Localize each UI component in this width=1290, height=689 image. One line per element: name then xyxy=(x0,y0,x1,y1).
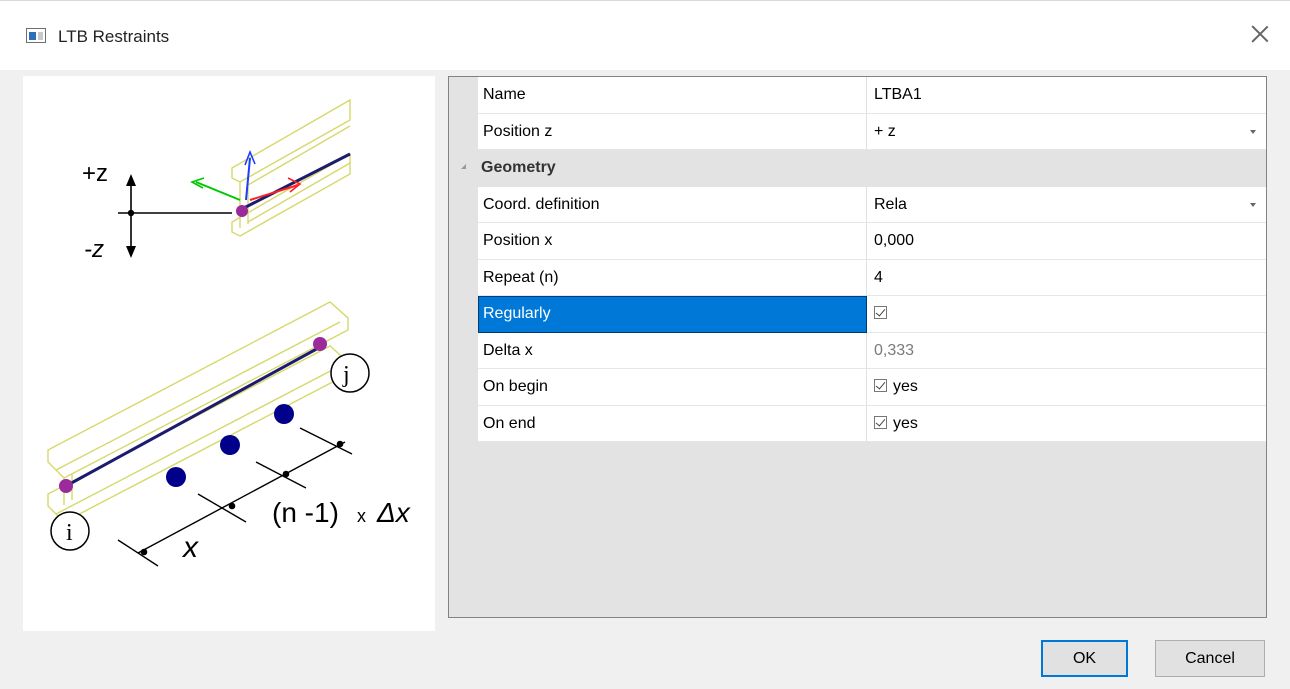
regularly-value[interactable] xyxy=(867,296,1266,333)
x-dimension-label: x xyxy=(181,531,199,564)
property-row-position-z[interactable]: Position z + z xyxy=(449,113,1266,150)
property-row-delta-x[interactable]: Delta x 0,333 xyxy=(449,332,1266,369)
window-title: LTB Restraints xyxy=(58,27,170,46)
beam-diagram-svg: +z -z j i x (n -1) x Δx xyxy=(47,98,411,567)
coord-definition-dropdown[interactable]: Rela xyxy=(867,186,1266,223)
z-direction-symbol: +z -z xyxy=(82,160,232,263)
cancel-button[interactable]: Cancel xyxy=(1155,640,1265,677)
on-end-checkbox[interactable] xyxy=(874,415,887,429)
category-geometry[interactable]: Geometry xyxy=(449,150,1266,187)
restraint-diagram: +z -z j i x (n -1) x Δx xyxy=(23,76,435,631)
property-row-regularly[interactable]: Regularly xyxy=(449,296,1266,333)
node-j-label: j xyxy=(342,362,350,388)
node-j-marker xyxy=(313,337,327,351)
on-end-value[interactable]: yes xyxy=(867,405,1266,442)
chevron-down-icon[interactable] xyxy=(1250,202,1256,207)
node-j-circle xyxy=(330,353,370,393)
property-row-position-x[interactable]: Position x 0,000 xyxy=(449,223,1266,260)
property-label: On begin xyxy=(478,369,867,406)
on-begin-text: yes xyxy=(893,378,918,395)
property-label: Coord. definition xyxy=(478,186,867,223)
repeat-value[interactable]: 4 xyxy=(867,259,1266,296)
window-border xyxy=(0,0,1290,1)
property-label: Name xyxy=(478,77,867,114)
property-row-on-end[interactable]: On end yes xyxy=(449,405,1266,442)
restraint-point xyxy=(220,435,240,455)
property-row-coord-definition[interactable]: Coord. definition Rela xyxy=(449,186,1266,223)
restraint-point xyxy=(166,467,186,487)
name-value[interactable]: LTBA1 xyxy=(867,77,1266,114)
property-label: On end xyxy=(478,405,867,442)
property-row-on-begin[interactable]: On begin yes xyxy=(449,369,1266,406)
chevron-down-icon[interactable] xyxy=(1250,129,1256,134)
node-closeup xyxy=(236,205,248,217)
position-z-dropdown[interactable]: + z xyxy=(867,113,1266,150)
property-row-name[interactable]: Name LTBA1 xyxy=(449,77,1266,114)
property-label: Repeat (n) xyxy=(478,259,867,296)
spacing-delta: Δx xyxy=(376,497,411,528)
restraint-point xyxy=(274,404,294,424)
collapse-icon[interactable] xyxy=(449,150,478,187)
on-end-text: yes xyxy=(893,414,918,432)
node-i-label: i xyxy=(66,520,73,546)
position-x-value[interactable]: 0,000 xyxy=(867,223,1266,260)
property-label: Position z xyxy=(478,113,867,150)
beam-main xyxy=(47,301,349,523)
position-z-value: + z xyxy=(874,122,896,140)
minus-z-label: -z xyxy=(84,236,104,263)
property-label: Regularly xyxy=(478,296,867,333)
property-grid: Name LTBA1 Position z + z Geometry Coord… xyxy=(448,76,1267,618)
regularly-checkbox[interactable] xyxy=(874,306,887,319)
ok-button[interactable]: OK xyxy=(1041,640,1128,677)
coord-definition-value: Rela xyxy=(874,195,907,213)
property-row-repeat[interactable]: Repeat (n) 4 xyxy=(449,259,1266,296)
close-icon[interactable] xyxy=(1248,22,1272,46)
node-i-marker xyxy=(59,479,73,493)
spacing-times: x xyxy=(357,506,366,526)
plus-z-label: +z xyxy=(82,160,108,187)
spacing-label: (n -1) xyxy=(272,497,339,528)
property-label: Position x xyxy=(478,223,867,260)
on-begin-value[interactable]: yes xyxy=(867,369,1266,406)
category-label: Geometry xyxy=(481,159,556,176)
on-begin-checkbox[interactable] xyxy=(874,379,887,392)
app-icon xyxy=(26,28,46,43)
property-label: Delta x xyxy=(478,332,867,369)
title-bar: LTB Restraints xyxy=(0,0,1290,70)
delta-x-value: 0,333 xyxy=(867,332,1266,369)
axis-y-arrow xyxy=(195,181,241,201)
